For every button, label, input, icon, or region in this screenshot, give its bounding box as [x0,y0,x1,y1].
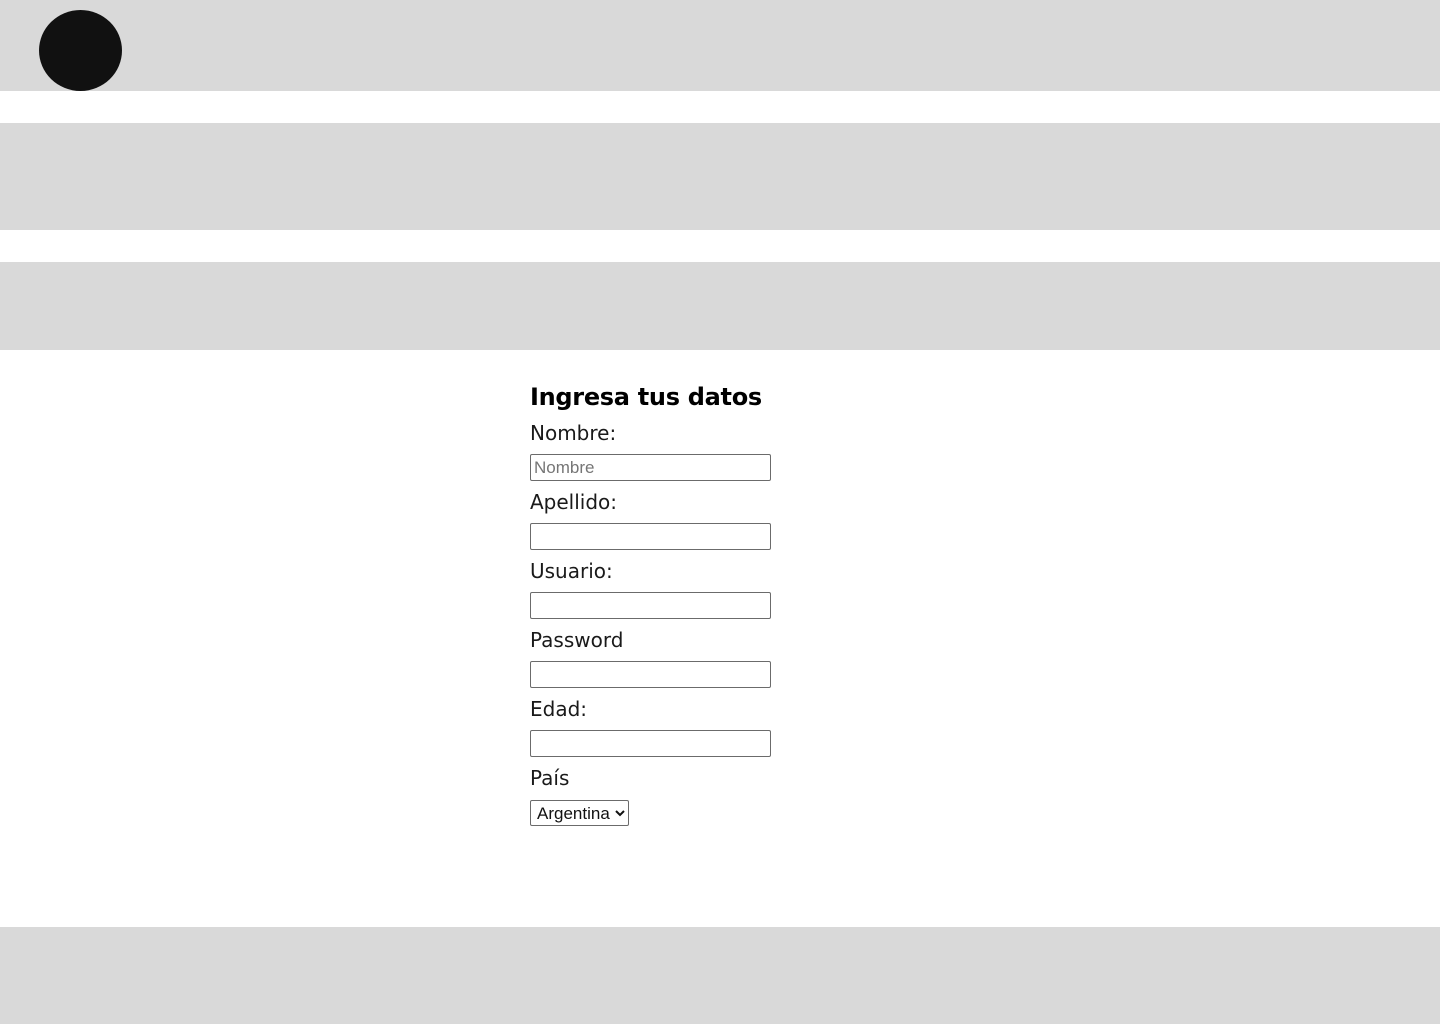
banner-placeholder-top [0,123,1440,230]
pais-label: País [530,766,570,790]
footer-bar [0,927,1440,1024]
usuario-label: Usuario: [530,559,613,583]
nombre-input[interactable] [530,454,771,481]
apellido-label: Apellido: [530,490,618,514]
usuario-input[interactable] [530,592,771,619]
banner-placeholder-middle [0,262,1440,350]
header-bar [0,0,1440,91]
form-title: Ingresa tus datos [530,383,762,411]
edad-label: Edad: [530,697,588,721]
password-label: Password [530,628,624,652]
pais-select[interactable]: Argentina [530,800,629,826]
apellido-input[interactable] [530,523,771,550]
edad-input[interactable] [530,730,771,757]
password-input[interactable] [530,661,771,688]
nombre-label: Nombre: [530,421,617,445]
logo-circle-icon[interactable] [39,10,122,91]
user-data-form: Ingresa tus datos Nombre: Apellido: Usua… [530,380,850,826]
